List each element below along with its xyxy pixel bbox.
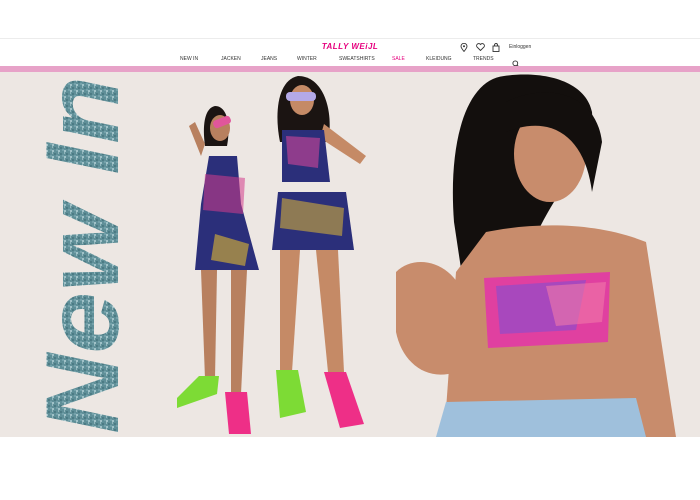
- headline-text: New In: [25, 76, 128, 434]
- location-pin-icon[interactable]: [459, 42, 469, 52]
- page-below-hero: [0, 437, 700, 500]
- header-icons: Einloggen: [459, 42, 531, 52]
- main-nav: NEW IN JACKEN JEANS WINTER SWEATSHIRTS S…: [0, 55, 700, 68]
- nav-item-sweatshirts[interactable]: SWEATSHIRTS: [339, 56, 375, 62]
- model-right-image: [396, 74, 676, 437]
- hero-banner[interactable]: New In: [0, 72, 700, 437]
- shopping-bag-icon[interactable]: [491, 42, 501, 52]
- search-icon[interactable]: [512, 55, 521, 68]
- nav-item-kleidung[interactable]: KLEIDUNG: [426, 56, 452, 62]
- nav-item-new-in[interactable]: NEW IN: [180, 56, 198, 62]
- site-header: TALLY WEiJL Einloggen NEW IN JACKEN JEAN…: [0, 38, 700, 68]
- heart-icon[interactable]: [475, 42, 485, 52]
- nav-item-jacken[interactable]: JACKEN: [221, 56, 241, 62]
- brand-logo[interactable]: TALLY WEiJL: [0, 42, 700, 51]
- hero-headline: New In: [25, 76, 128, 434]
- nav-item-winter[interactable]: WINTER: [297, 56, 317, 62]
- nav-item-trends[interactable]: TRENDS: [473, 56, 494, 62]
- nav-item-sale[interactable]: SALE: [392, 56, 405, 62]
- model-center-image: [272, 76, 366, 428]
- login-link[interactable]: Einloggen: [509, 44, 531, 50]
- nav-item-jeans[interactable]: JEANS: [261, 56, 277, 62]
